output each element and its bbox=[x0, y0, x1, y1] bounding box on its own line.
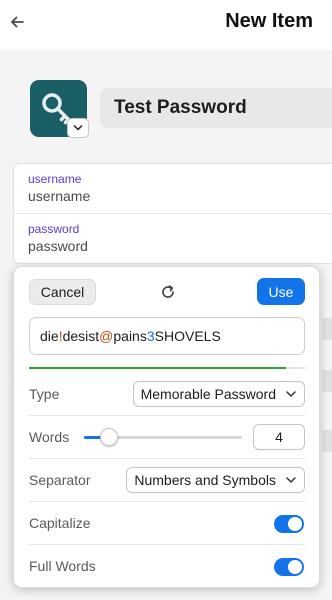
password-part: @ bbox=[99, 328, 114, 344]
item-title-input[interactable]: Test Password bbox=[100, 88, 332, 128]
chevron-down-icon bbox=[286, 391, 296, 397]
background-row-edge bbox=[322, 430, 332, 452]
chevron-down-icon bbox=[73, 125, 83, 131]
chevron-down-icon bbox=[286, 477, 296, 483]
full-words-label: Full Words bbox=[29, 558, 96, 574]
username-value[interactable]: username bbox=[28, 188, 332, 204]
slider-thumb[interactable] bbox=[99, 428, 118, 446]
words-label: Words bbox=[29, 429, 70, 445]
toggle-knob bbox=[288, 517, 302, 531]
words-row: Words 4 bbox=[29, 416, 305, 459]
capitalize-row: Capitalize bbox=[29, 502, 305, 545]
password-part: pains bbox=[113, 328, 147, 344]
password-part: SHOVELS bbox=[154, 328, 221, 344]
separator-label: Separator bbox=[29, 472, 91, 488]
background-row-edge bbox=[322, 370, 332, 392]
separator-select[interactable]: Numbers and Symbols bbox=[126, 467, 305, 493]
icon-menu-button[interactable] bbox=[67, 118, 89, 138]
type-select-value: Memorable Password bbox=[140, 386, 276, 402]
separator-select-value: Numbers and Symbols bbox=[134, 472, 276, 488]
back-button[interactable] bbox=[6, 11, 28, 33]
header-bar: New Item bbox=[0, 0, 332, 50]
generated-password-field[interactable]: die!desist@pains3SHOVELS bbox=[29, 317, 305, 355]
password-label: password bbox=[28, 222, 80, 236]
use-button[interactable]: Use bbox=[257, 278, 305, 305]
type-select[interactable]: Memorable Password bbox=[132, 381, 305, 407]
username-field[interactable]: username username bbox=[14, 164, 332, 214]
username-label: username bbox=[28, 172, 82, 186]
words-count-field[interactable]: 4 bbox=[253, 424, 305, 450]
fields-card: username username password password bbox=[13, 163, 332, 264]
page-title: New Item bbox=[225, 10, 313, 32]
type-row: Type Memorable Password bbox=[29, 373, 305, 416]
capitalize-toggle[interactable] bbox=[274, 515, 304, 533]
regenerate-button[interactable] bbox=[157, 281, 179, 303]
full-words-toggle[interactable] bbox=[274, 558, 304, 576]
background-row-edge bbox=[322, 318, 332, 340]
arrow-left-icon bbox=[11, 16, 24, 28]
password-part: desist bbox=[62, 328, 100, 344]
password-part: 3 bbox=[146, 328, 155, 344]
password-value[interactable]: password bbox=[28, 238, 332, 254]
capitalize-label: Capitalize bbox=[29, 515, 91, 531]
cancel-button[interactable]: Cancel bbox=[29, 279, 96, 305]
strength-meter-fill bbox=[29, 367, 286, 369]
refresh-icon bbox=[162, 285, 174, 298]
toggle-knob bbox=[288, 560, 302, 574]
password-generator-popover: Cancel Use die!desist@pains3SHOVELS Type… bbox=[13, 266, 320, 588]
words-slider[interactable] bbox=[84, 428, 242, 446]
strength-meter bbox=[29, 367, 305, 369]
full-words-row: Full Words bbox=[29, 545, 305, 588]
type-label: Type bbox=[29, 386, 60, 402]
password-part: die bbox=[40, 328, 59, 344]
separator-row: Separator Numbers and Symbols bbox=[29, 459, 305, 502]
password-field[interactable]: password password bbox=[14, 214, 332, 264]
